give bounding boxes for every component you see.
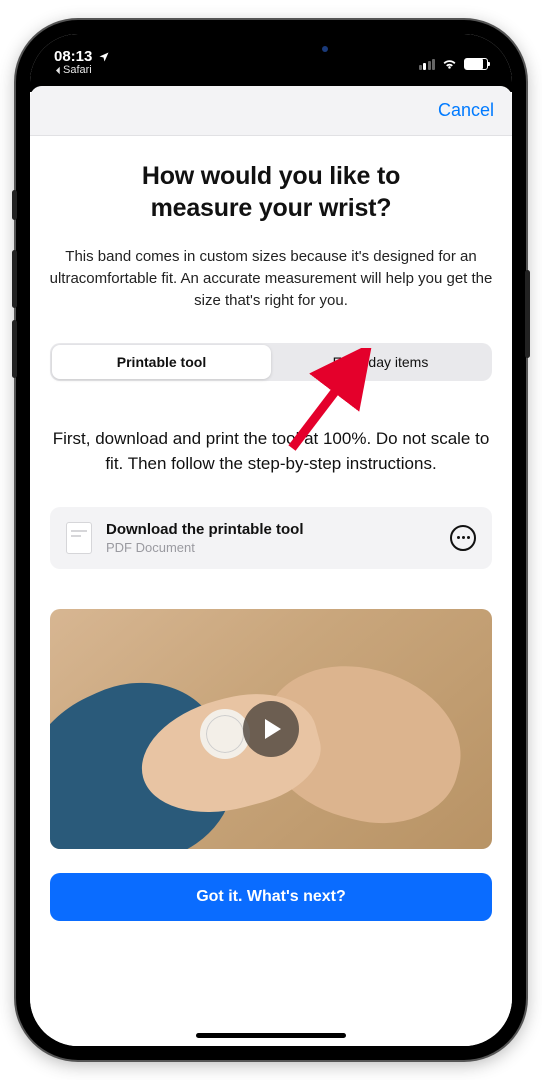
signal-icon xyxy=(419,59,436,70)
volume-up-button xyxy=(12,250,17,308)
silence-switch xyxy=(12,190,17,220)
sheet-header: Cancel xyxy=(30,86,512,136)
document-icon xyxy=(66,522,92,554)
wifi-icon xyxy=(441,58,458,70)
modal-sheet: Cancel How would you like to measure you… xyxy=(30,86,512,1046)
download-title: Download the printable tool xyxy=(106,521,436,538)
instructions-text: First, download and print the tool at 10… xyxy=(42,427,500,476)
segmented-control: Printable tool Everyday items xyxy=(50,343,492,381)
page-description: This band comes in custom sizes because … xyxy=(42,246,500,311)
back-to-app[interactable]: Safari xyxy=(54,64,110,76)
cancel-button[interactable]: Cancel xyxy=(438,100,494,121)
volume-down-button xyxy=(12,320,17,378)
battery-icon xyxy=(464,58,488,70)
notch xyxy=(166,34,376,64)
segment-everyday-items[interactable]: Everyday items xyxy=(271,345,490,379)
segment-printable-tool[interactable]: Printable tool xyxy=(52,345,271,379)
download-subtitle: PDF Document xyxy=(106,540,436,555)
download-card[interactable]: Download the printable tool PDF Document xyxy=(50,507,492,569)
page-title: How would you like to measure your wrist… xyxy=(42,160,500,224)
more-options-button[interactable] xyxy=(450,525,476,551)
home-indicator[interactable] xyxy=(196,1033,346,1038)
power-button xyxy=(525,270,530,358)
phone-frame: 08:13 Safari xyxy=(16,20,526,1060)
instruction-video[interactable] xyxy=(50,609,492,849)
location-icon xyxy=(98,51,110,63)
status-time: 08:13 xyxy=(54,48,92,65)
play-icon xyxy=(265,719,281,739)
primary-cta-button[interactable]: Got it. What's next? xyxy=(50,873,492,921)
play-button[interactable] xyxy=(243,701,299,757)
